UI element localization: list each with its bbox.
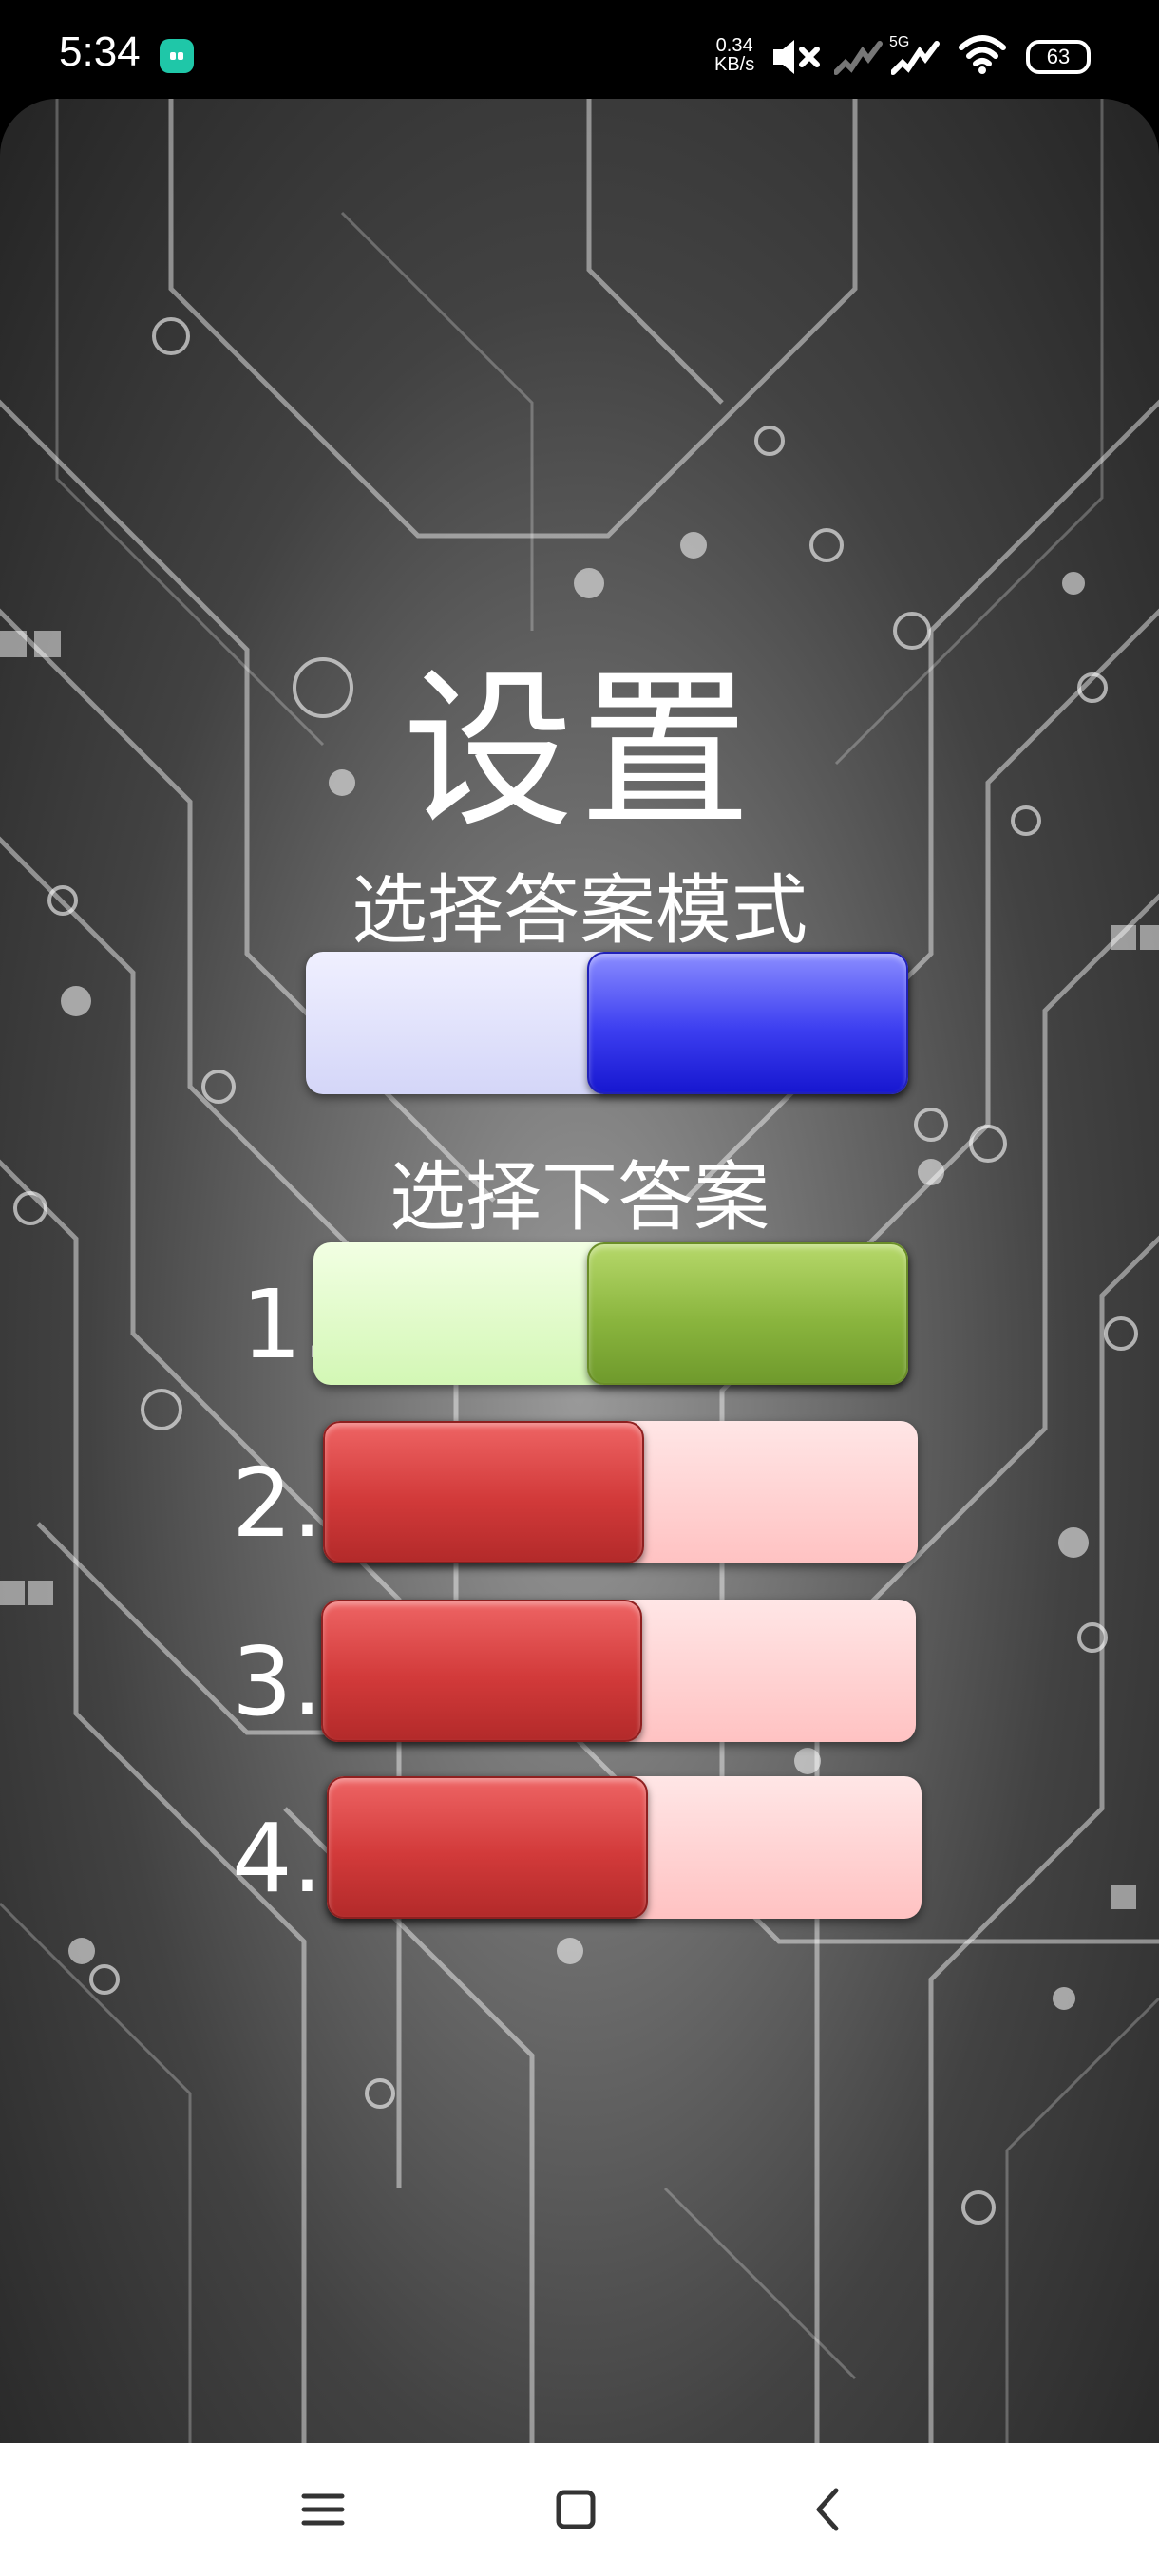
answer-4-toggle-knob[interactable]: [327, 1776, 648, 1919]
back-icon[interactable]: [800, 2481, 857, 2538]
wifi-icon: [959, 35, 1006, 74]
home-icon[interactable]: [547, 2481, 604, 2538]
menu-icon[interactable]: [294, 2481, 352, 2538]
network-speed-value: 0.34: [715, 35, 753, 56]
answer-2-number: 2.: [232, 1448, 323, 1559]
answer-3-toggle[interactable]: [321, 1600, 916, 1742]
network-speed-unit: KB/s: [714, 54, 755, 75]
navigation-bar: [0, 2443, 1159, 2576]
page-title: 设置: [402, 653, 756, 851]
answer-label: 选择下答案: [390, 1153, 770, 1241]
signal-icon: [834, 41, 883, 75]
answer-3-number: 3.: [232, 1626, 323, 1737]
settings-screen: 设置 选择答案模式 选择下答案 1. 2. 3. 4.: [0, 99, 1159, 2443]
status-bar: 5:34 0.34 KB/s 5G 63: [0, 0, 1159, 104]
network-speed: 0.34 KB/s: [714, 36, 754, 74]
mute-icon: [773, 40, 820, 74]
answer-mode-toggle-knob[interactable]: [587, 952, 908, 1094]
status-time: 5:34: [59, 28, 141, 75]
answer-1-toggle-knob[interactable]: [587, 1242, 908, 1385]
battery-level: 63: [1046, 45, 1071, 68]
answer-mode-toggle[interactable]: [306, 952, 908, 1094]
answer-2-toggle-knob[interactable]: [323, 1421, 644, 1563]
mode-label: 选择答案模式: [352, 866, 808, 955]
signal-5g-icon: [891, 41, 940, 75]
answer-4-toggle[interactable]: [327, 1776, 922, 1919]
answer-2-toggle[interactable]: [323, 1421, 918, 1563]
app-notification-icon: [160, 39, 194, 73]
answer-1-toggle[interactable]: [314, 1242, 908, 1385]
answer-3-toggle-knob[interactable]: [321, 1600, 642, 1742]
battery-icon: 63: [1026, 40, 1091, 74]
answer-4-number: 4.: [232, 1803, 323, 1914]
